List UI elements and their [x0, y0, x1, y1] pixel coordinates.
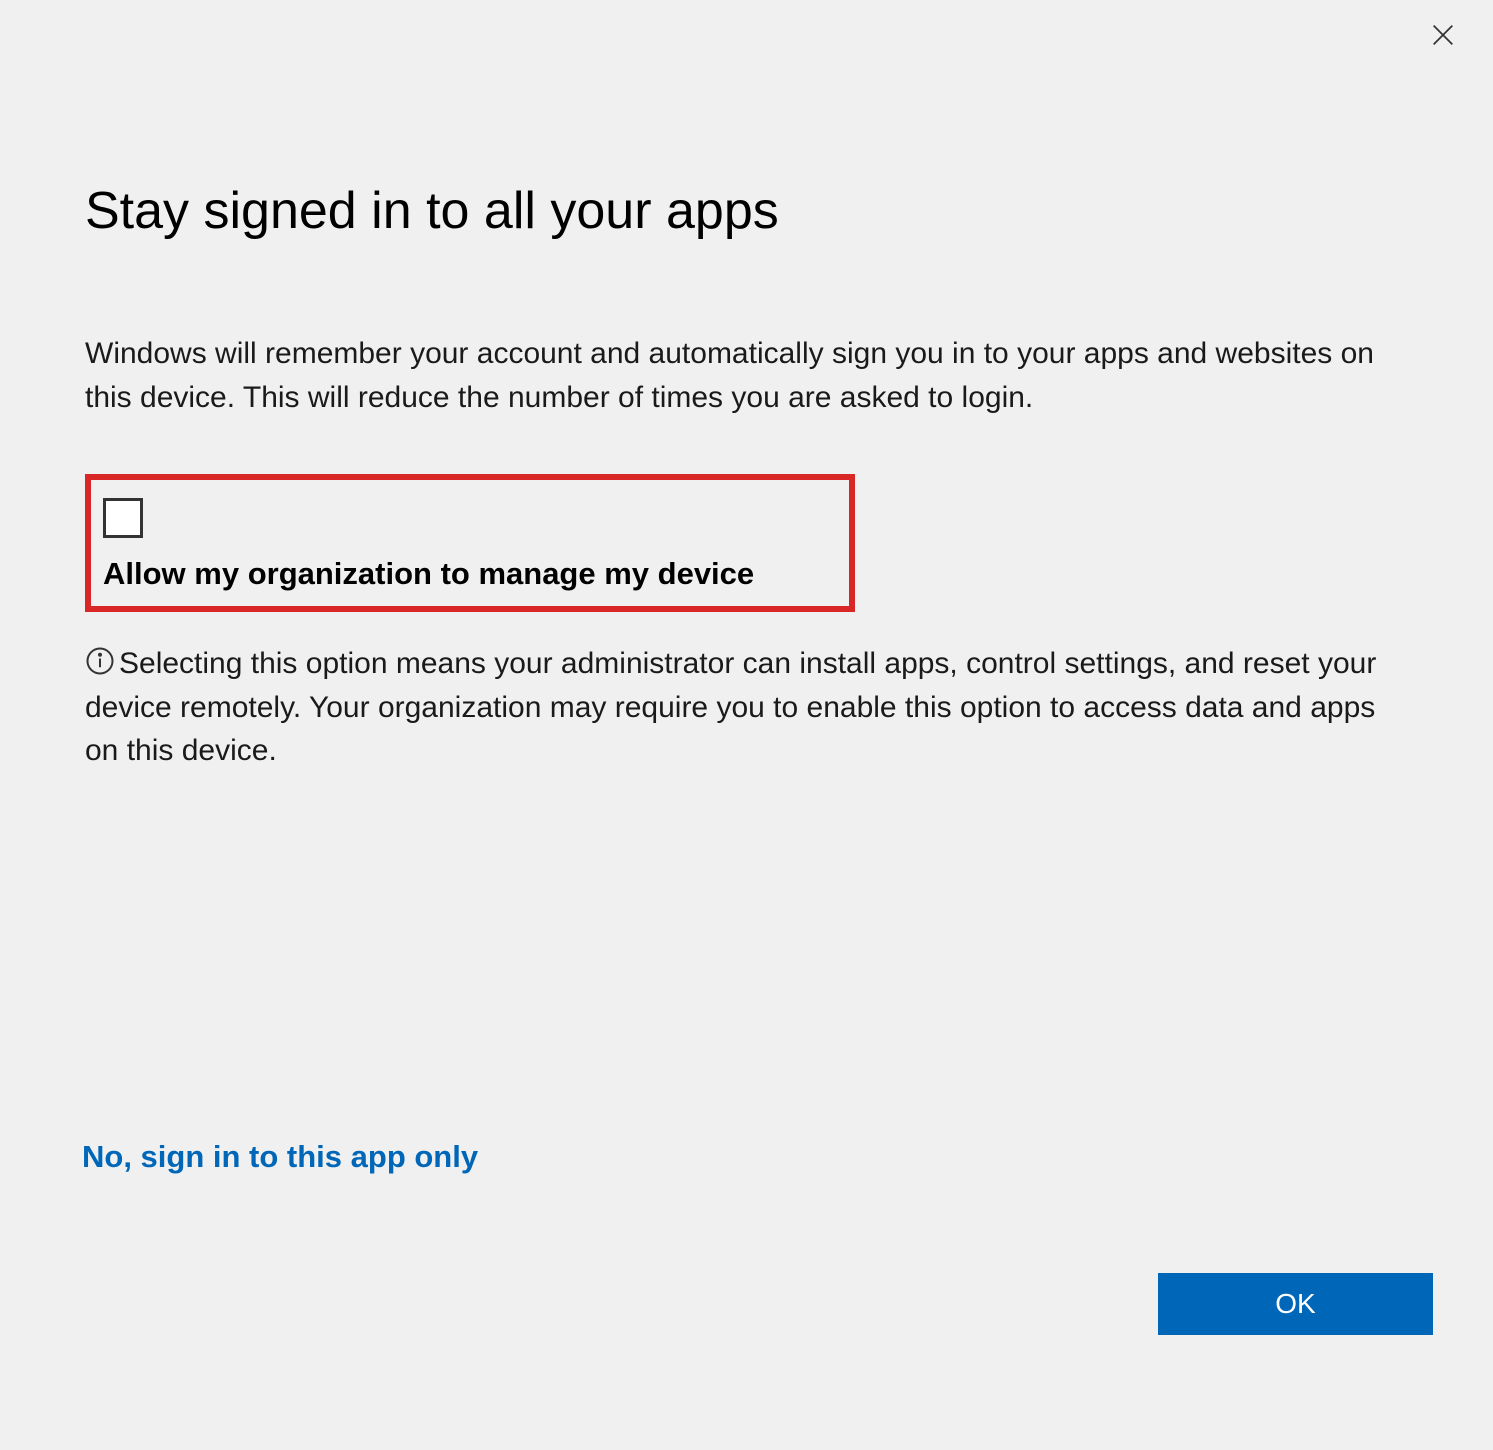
- close-button[interactable]: [1423, 15, 1463, 55]
- info-text-block: Selecting this option means your adminis…: [85, 642, 1408, 773]
- ok-button[interactable]: OK: [1158, 1273, 1433, 1335]
- allow-manage-checkbox[interactable]: [103, 498, 143, 538]
- checkbox-label: Allow my organization to manage my devic…: [103, 556, 837, 592]
- close-icon: [1429, 21, 1457, 49]
- app-only-link[interactable]: No, sign in to this app only: [82, 1139, 478, 1175]
- dialog-content: Stay signed in to all your apps Windows …: [0, 0, 1493, 773]
- info-text: Selecting this option means your adminis…: [85, 647, 1376, 767]
- dialog-description: Windows will remember your account and a…: [85, 332, 1408, 419]
- checkbox-group: Allow my organization to manage my devic…: [103, 498, 837, 592]
- info-icon: [85, 645, 115, 675]
- dialog-title: Stay signed in to all your apps: [85, 180, 1408, 242]
- signin-dialog: Stay signed in to all your apps Windows …: [0, 0, 1493, 1450]
- checkbox-highlight-box: Allow my organization to manage my devic…: [85, 474, 855, 612]
